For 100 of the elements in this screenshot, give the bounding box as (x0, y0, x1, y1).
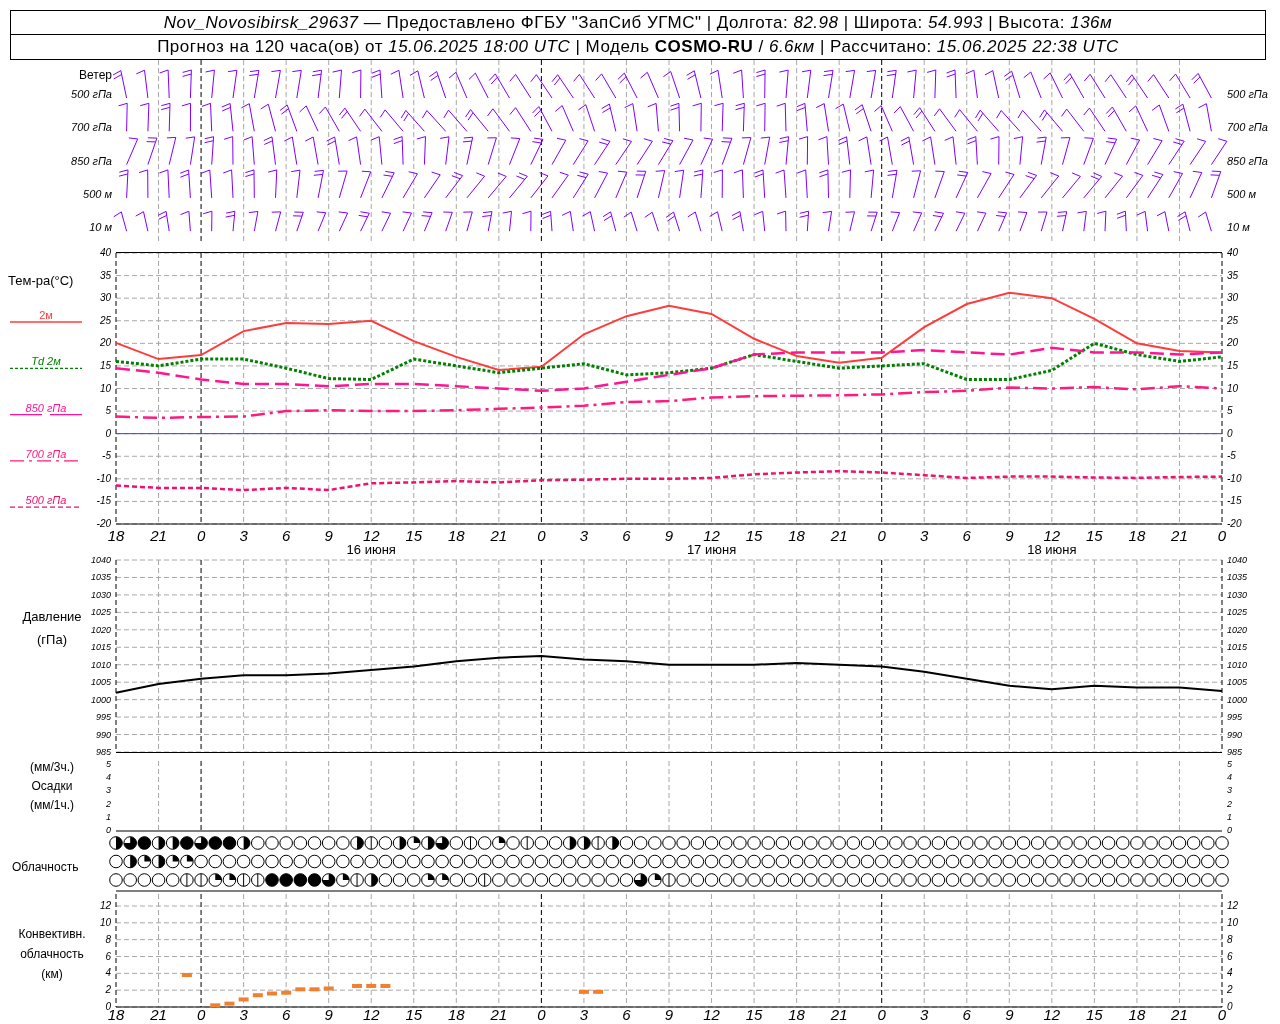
cloud-cover-icon (1101, 836, 1116, 850)
cloud-cover-icon (1144, 873, 1158, 887)
cloud-cover-icon (1201, 873, 1215, 887)
axis-tick-label: 15 (405, 1006, 423, 1023)
axis-tick-label: 20 (1227, 337, 1239, 349)
cloud-cover-icon (477, 836, 492, 850)
cloud-cover-icon (364, 873, 379, 887)
cloud-cover-icon (591, 854, 605, 869)
cloud-cover-icon (648, 873, 662, 887)
axis-tick-label: 21 (490, 527, 508, 544)
cloud-cover-icon (463, 873, 478, 887)
cloud-cover-icon (1215, 873, 1229, 887)
cloud-cover-icon (1059, 873, 1073, 887)
axis-tick-label: 21 (1171, 1006, 1188, 1023)
cloud-cover-icon (619, 873, 634, 887)
cloud-cover-icon (974, 836, 988, 850)
axis-tick-label: 3 (920, 1006, 929, 1023)
cloud-cover-icon (208, 873, 223, 887)
cloud-cover-icon (747, 836, 761, 850)
axis-tick-label: 21 (150, 527, 167, 544)
axis-tick-label: 15 (99, 359, 111, 371)
axis-tick-label: 15 (405, 527, 423, 544)
cloud-cover-icon (406, 836, 421, 850)
axis-tick-label: 9 (1005, 527, 1014, 544)
axis-tick-label: 0 (1227, 825, 1232, 835)
cloud-cover-icon (506, 854, 520, 869)
cloud-cover-icon (165, 836, 180, 850)
panel-label: (км) (41, 967, 63, 981)
cloud-cover-icon (633, 873, 648, 887)
level-label: 850 гПа (1227, 154, 1268, 167)
cloud-cover-icon (406, 873, 421, 887)
cloud-cover-icon (605, 854, 620, 869)
cloud-cover-icon (1002, 854, 1017, 869)
cloud-cover-icon (1101, 854, 1116, 869)
cloud-cover-icon (251, 836, 265, 850)
cloud-cover-icon (165, 873, 180, 887)
cloud-cover-icon (1201, 836, 1215, 850)
axis-tick-label: 1000 (90, 694, 111, 705)
cloud-cover-icon (1087, 836, 1102, 850)
axis-tick-label: 0 (1217, 527, 1227, 544)
axis-tick-label: 35 (1227, 269, 1239, 281)
axis-tick-label: 12 (703, 1006, 720, 1023)
cloud-cover-icon (463, 836, 478, 850)
cloud-cover-icon (1059, 836, 1073, 850)
axis-tick-label: 4 (1227, 772, 1232, 783)
axis-tick-label: 40 (99, 247, 111, 258)
cloud-cover-icon (931, 836, 946, 850)
axis-tick-label: 21 (1171, 527, 1188, 544)
axis-tick-label: 12 (99, 900, 111, 911)
axis-tick-label: 1025 (90, 607, 111, 618)
cloud-cover-icon (180, 873, 194, 887)
axis-tick-label: 30 (1227, 292, 1239, 304)
cloud-cover-icon (123, 873, 137, 887)
cloud-cover-icon (548, 854, 563, 869)
cloud-cover-icon (279, 873, 293, 887)
cloud-top-mark (352, 983, 363, 988)
cloud-cover-icon (747, 854, 761, 869)
cloud-cover-icon (789, 836, 804, 850)
axis-tick-label: 18 (788, 527, 805, 544)
cloud-cover-icon (690, 854, 705, 869)
cloud-cover-icon (194, 873, 208, 887)
cloud-cover-icon (265, 873, 279, 887)
cloud-cover-icon (336, 873, 350, 887)
cloud-cover-icon (1215, 836, 1229, 850)
axis-tick-label: 6 (622, 1006, 631, 1023)
panel-label: облачность (20, 947, 84, 961)
cloud-cover-icon (761, 854, 776, 869)
day-label: 17 июня (686, 542, 737, 557)
cloud-cover-icon (165, 854, 180, 869)
cloud-cover-icon (775, 873, 790, 887)
axis-tick-label: 21 (490, 1006, 508, 1023)
axis-tick-label: 995 (1227, 712, 1243, 723)
axis-tick-label: 12 (362, 527, 380, 544)
cloud-cover-icon (251, 854, 265, 869)
cloud-cover-icon (1130, 836, 1144, 850)
axis-tick-label: 1020 (1227, 624, 1248, 635)
cloud-cover-icon (860, 836, 875, 850)
axis-tick-label: 6 (282, 527, 291, 544)
cloud-cover-icon (974, 873, 988, 887)
cloud-top-mark (210, 1003, 221, 1008)
axis-tick-label: 6 (105, 950, 111, 962)
cloud-cover-icon (1030, 854, 1045, 869)
cloud-cover-icon (704, 873, 719, 887)
cloud-cover-icon (548, 836, 563, 850)
station-title: Nov_Novosibirsk_29637 — Предоставлено ФГБУ "ЗапСиб УГМС" | Долгота: 82.98 | Широта: 54.993 | Высота: 136м (163, 11, 1113, 34)
axis-tick-label: 2 (105, 984, 111, 996)
cloud-cover-icon (151, 873, 166, 887)
cloud-cover-icon (492, 854, 506, 869)
cloud-cover-icon (562, 854, 577, 869)
cloud-cover-icon (492, 873, 506, 887)
cloud-cover-icon (1045, 873, 1059, 887)
cloud-top-mark (323, 986, 334, 991)
cloud-cover-icon (1016, 854, 1031, 869)
cloud-cover-icon (1016, 873, 1031, 887)
cloud-cover-icon (818, 873, 832, 887)
cloud-cover-icon (378, 873, 393, 887)
cloud-cover-icon (548, 873, 563, 887)
cloud-cover-icon (761, 836, 776, 850)
cloud-cover-icon (846, 873, 861, 887)
level-label: 850 гПа (71, 154, 112, 167)
